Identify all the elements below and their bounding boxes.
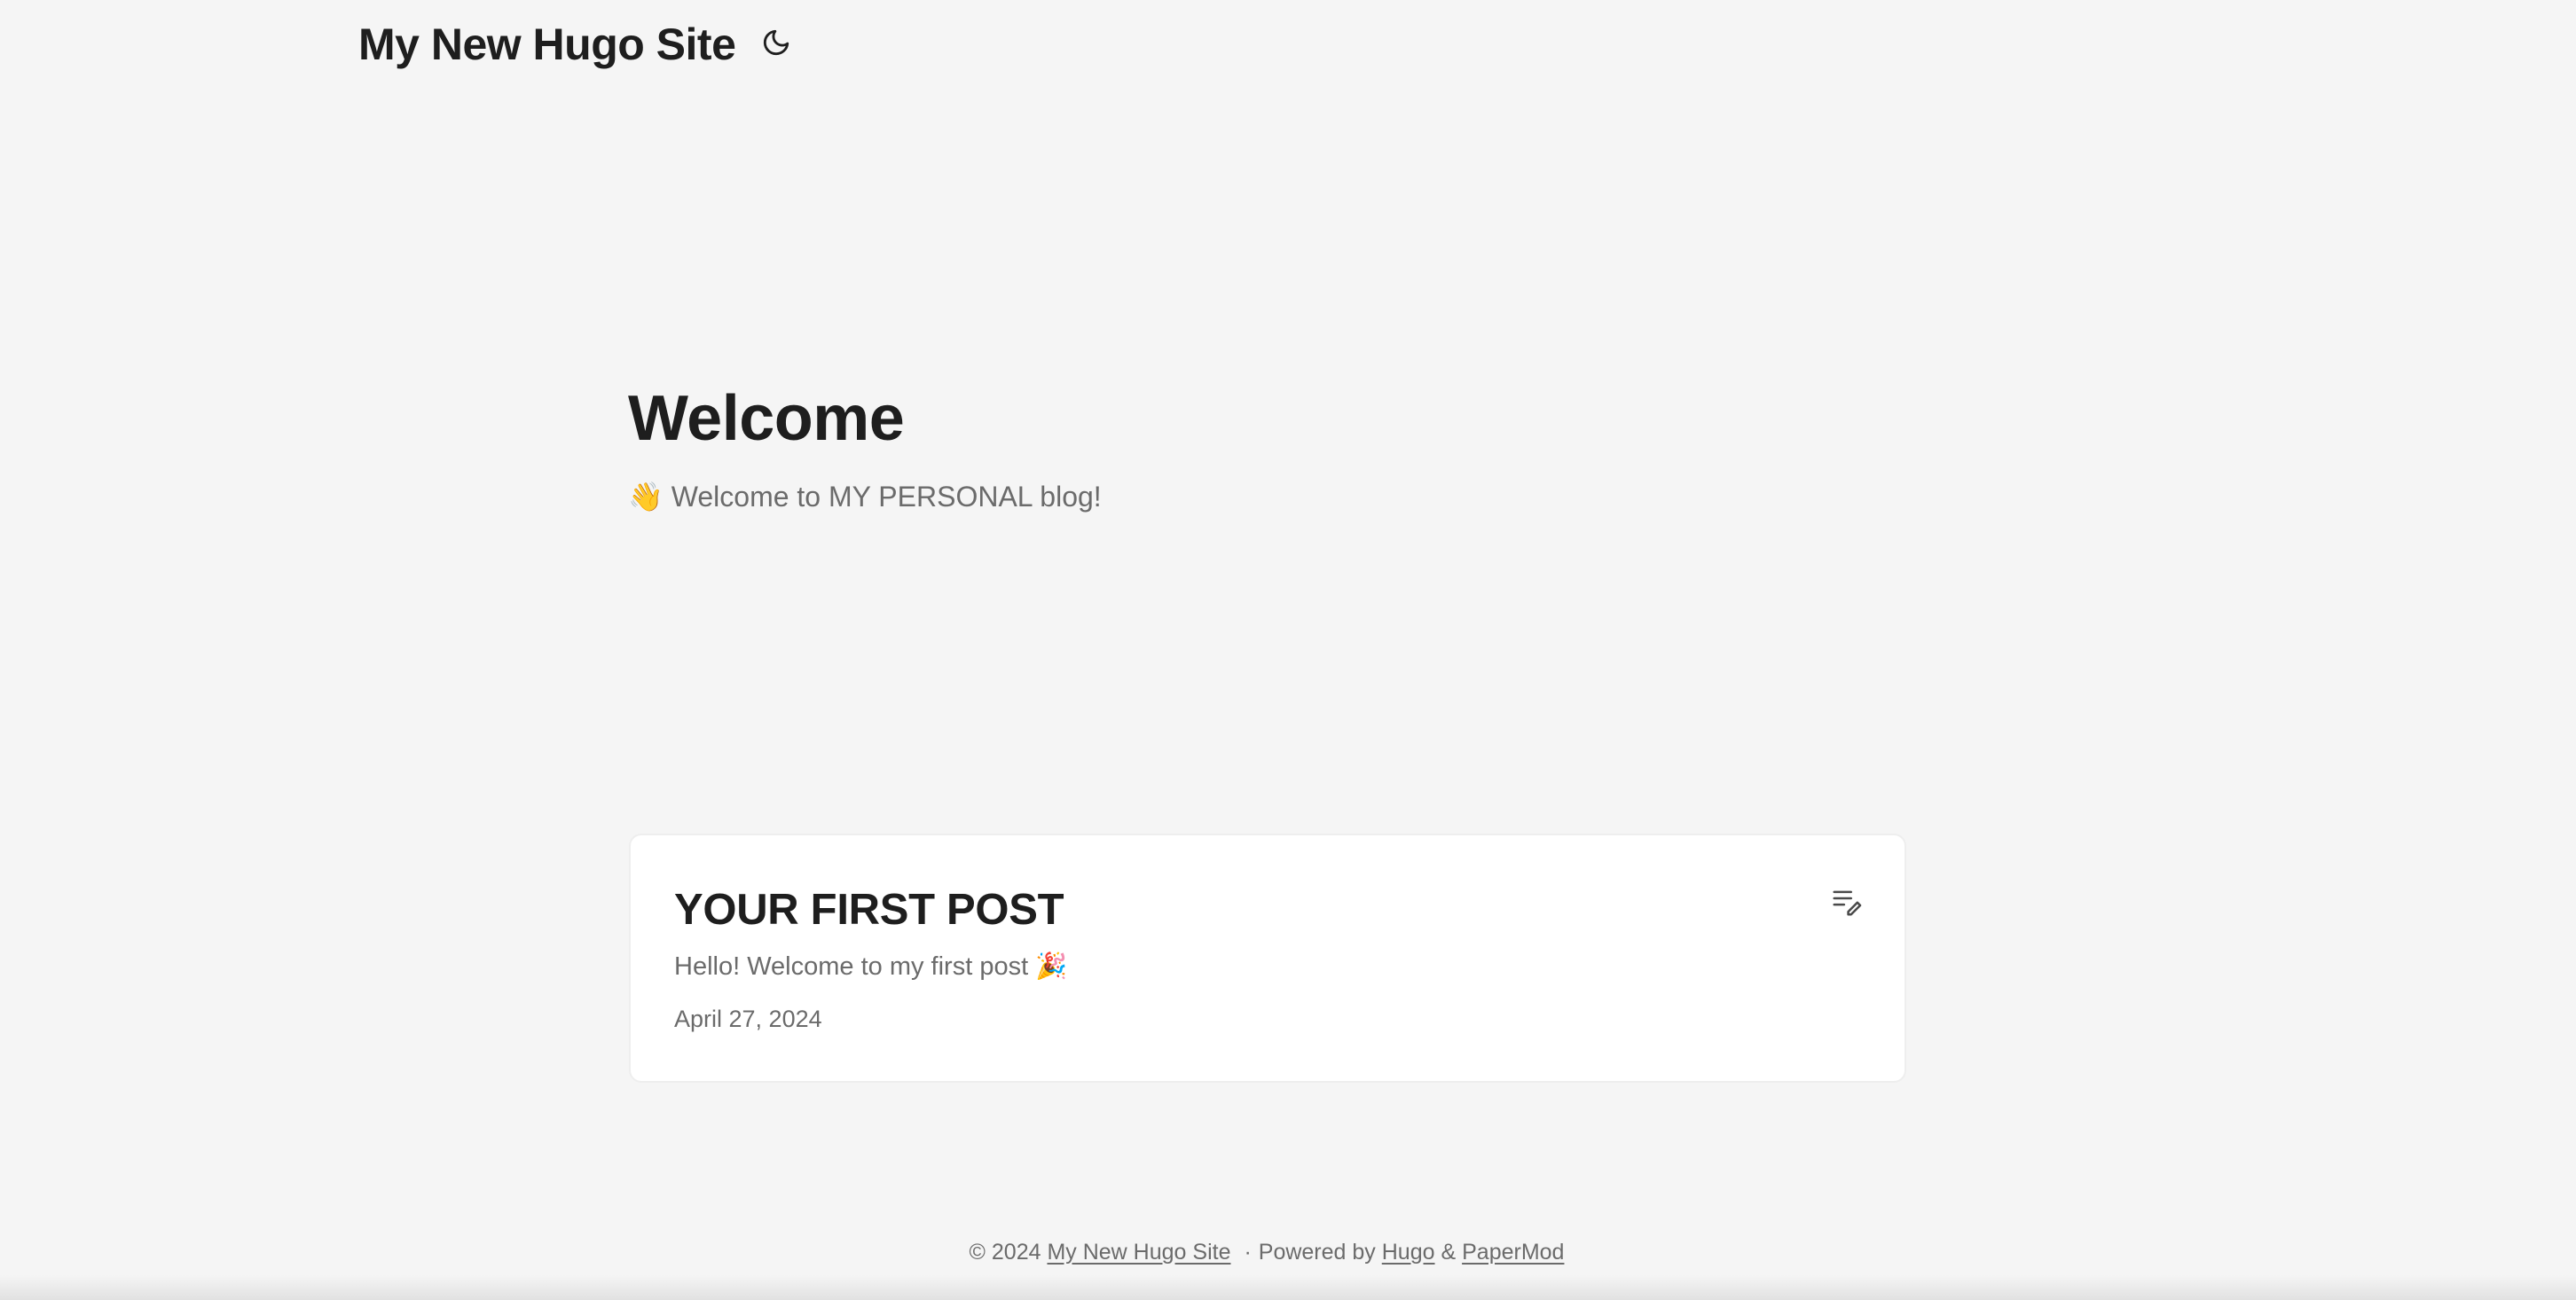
bottom-shadow — [0, 1275, 2576, 1300]
footer-copyright: © 2024 — [969, 1240, 1041, 1265]
site-title-link[interactable]: My New Hugo Site — [358, 19, 736, 70]
post-summary: Hello! Welcome to my first post 🎉 — [674, 952, 1068, 981]
moon-icon — [761, 27, 791, 62]
site-footer: © 2024 My New Hugo Site · Powered by Hugo… — [0, 1234, 2533, 1270]
post-entry[interactable]: YOUR FIRST POST Hello! Welcome to my fir… — [629, 834, 1906, 1083]
site-header: My New Hugo Site — [358, 12, 796, 76]
footer-papermod-link[interactable]: PaperMod — [1462, 1240, 1564, 1265]
footer-site-link[interactable]: My New Hugo Site — [1047, 1240, 1230, 1265]
post-date: April 27, 2024 — [674, 1006, 822, 1032]
footer-hugo-link[interactable]: Hugo — [1382, 1240, 1435, 1265]
home-info: Welcome 👋 Welcome to MY PERSONAL blog! — [628, 380, 1905, 516]
edit-list-icon[interactable] — [1830, 885, 1864, 919]
hero-title: Welcome — [628, 383, 905, 454]
footer-separator: · — [1244, 1240, 1252, 1265]
footer-ampersand: & — [1441, 1240, 1457, 1265]
footer-powered-by: Powered by — [1258, 1240, 1376, 1265]
hero-subtitle: 👋 Welcome to MY PERSONAL blog! — [628, 481, 1102, 513]
post-title: YOUR FIRST POST — [674, 886, 1064, 934]
theme-toggle-button[interactable] — [757, 25, 796, 64]
